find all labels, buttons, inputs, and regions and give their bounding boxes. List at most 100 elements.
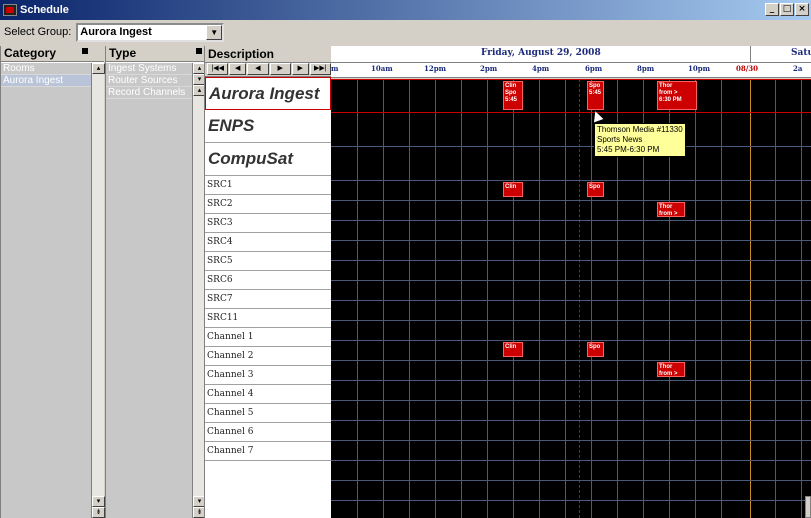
row-line [331,400,811,401]
schedule-event[interactable]: Spo [587,182,604,197]
schedule-grid[interactable]: Clin Spo 5:45 Spo 5:45 Thor from > 6:30 … [331,79,811,518]
resource-row[interactable]: Channel 4 [205,385,331,404]
row-line [331,500,811,501]
grid-line [775,79,776,518]
nav-prev-page-button[interactable]: ◀ [229,63,247,75]
resource-row[interactable]: SRC4 [205,233,331,252]
nav-last-button[interactable]: ▶▶| [309,63,331,75]
grid-line [565,79,566,518]
nav-prev-button[interactable]: ◀ [247,63,269,75]
close-button[interactable]: × [795,3,809,16]
maximize-button[interactable]: □ [780,3,794,16]
hour-label: 2a [793,64,803,73]
row-line [331,320,811,321]
group-row-compusat[interactable]: CompuSat [205,143,331,176]
schedule-event[interactable]: Spo [587,342,604,357]
category-item-aurora-ingest[interactable]: Aurora Ingest [1,75,91,87]
description-header: Description [205,46,331,63]
resource-row[interactable]: SRC2 [205,195,331,214]
row-line [331,300,811,301]
schedule-timeline[interactable]: Friday, August 29, 2008 Satu m 10am 12pm… [331,46,811,518]
row-line [331,200,811,201]
resource-row[interactable]: SRC1 [205,176,331,195]
window-title: Schedule [20,4,69,16]
tooltip-title: Thomson Media #11330 [597,125,683,134]
scroll-down-button[interactable]: ▾ [92,496,105,507]
day-divider [750,46,751,62]
timeline-nav: |◀◀ ◀ ◀ ▶ ▶ ▶▶| [205,63,331,77]
row-line [331,146,811,147]
grid-line [461,79,462,518]
schedule-event[interactable]: Clin [503,342,523,357]
hour-label: 12pm [424,64,447,73]
hour-label: 08/30 [736,64,759,73]
row-line [331,220,811,221]
hour-label: 2pm [480,64,498,73]
grid-line [513,79,514,518]
pin-icon[interactable] [196,48,202,54]
row-line [331,420,811,421]
schedule-event[interactable]: Clin [503,182,523,197]
grid-line [801,79,802,518]
current-time-line [579,79,580,518]
schedule-event[interactable]: Spo 5:45 [587,81,604,110]
resource-row[interactable]: SRC3 [205,214,331,233]
schedule-event[interactable]: Thor from > [657,202,685,217]
grid-line [591,79,592,518]
hour-label: 10pm [688,64,711,73]
app-icon [3,4,17,16]
select-group-dropdown[interactable]: Aurora Ingest ▼ [76,22,225,42]
minimize-button[interactable]: _ [765,3,779,16]
resource-row[interactable]: SRC6 [205,271,331,290]
schedule-event[interactable]: Thor from > 6:30 PM [657,81,697,110]
group-row-enps[interactable]: ENPS [205,110,331,143]
resource-row[interactable]: Channel 5 [205,404,331,423]
day-boundary-line [750,79,751,518]
resource-row[interactable]: SRC7 [205,290,331,309]
row-line [331,280,811,281]
row-line [331,380,811,381]
nav-next-button[interactable]: ▶ [269,63,291,75]
row-line [331,260,811,261]
grid-line [357,79,358,518]
nav-next-page-button[interactable]: ▶ [291,63,309,75]
resource-row[interactable]: Channel 6 [205,423,331,442]
nav-first-button[interactable]: |◀◀ [207,63,229,75]
schedule-event[interactable]: Thor from > [657,362,685,377]
tooltip-subtitle: Sports News [597,135,643,144]
description-panel: Description |◀◀ ◀ ◀ ▶ ▶ ▶▶| Aurora Inges… [204,46,331,518]
grid-line [435,79,436,518]
resource-row[interactable]: Channel 7 [205,442,331,461]
row-line [331,240,811,241]
row-line [331,180,811,181]
selection-top [331,79,811,80]
category-item-rooms[interactable]: Rooms [1,63,91,75]
resource-row[interactable]: Channel 1 [205,328,331,347]
row-line [331,340,811,341]
row-line [331,480,811,481]
group-row-aurora-ingest[interactable]: Aurora Ingest [205,77,331,110]
resource-row[interactable]: SRC5 [205,252,331,271]
scroll-end-button[interactable]: ⇟ [92,507,105,518]
hour-label: 10am [371,64,393,73]
pin-icon[interactable] [82,48,88,54]
resource-row[interactable]: Channel 3 [205,366,331,385]
resource-row[interactable]: Channel 2 [205,347,331,366]
hour-label: 6pm [585,64,603,73]
hour-ruler: m 10am 12pm 2pm 4pm 6pm 8pm 10pm 08/30 2… [331,62,811,78]
select-group-value: Aurora Ingest [80,26,152,38]
type-list: Ingest Systems Router Sources Record Cha… [106,63,192,518]
category-scrollbar[interactable]: ▴ ▾ ⇟ [91,63,105,518]
grid-line [721,79,722,518]
resize-grip[interactable] [805,496,811,518]
category-panel: Category Rooms Aurora Ingest ▴ ▾ ⇟ [0,46,105,518]
resource-row[interactable]: SRC11 [205,309,331,328]
chevron-down-icon[interactable]: ▼ [206,24,223,40]
type-item-ingest-systems[interactable]: Ingest Systems [106,63,192,75]
schedule-event[interactable]: Clin Spo 5:45 [503,81,523,110]
grid-line [383,79,384,518]
scroll-up-button[interactable]: ▴ [92,63,105,74]
type-item-record-channels[interactable]: Record Channels [106,87,192,99]
category-list: Rooms Aurora Ingest [1,63,91,518]
type-item-router-sources[interactable]: Router Sources [106,75,192,87]
